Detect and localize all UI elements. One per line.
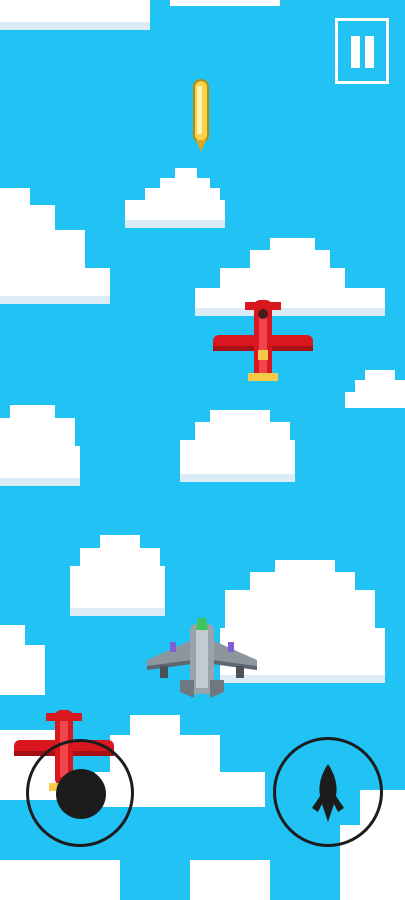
virtual-joystick[interactable] [26,739,134,847]
joystick-thumb-icon[interactable] [56,769,106,819]
pause-button[interactable] [335,18,389,84]
pause-icon [351,36,360,68]
fire-button[interactable] [273,737,383,847]
rocket-icon [312,764,344,822]
pause-icon [365,36,374,68]
bullet [193,79,209,152]
game-canvas[interactable] [0,0,405,900]
